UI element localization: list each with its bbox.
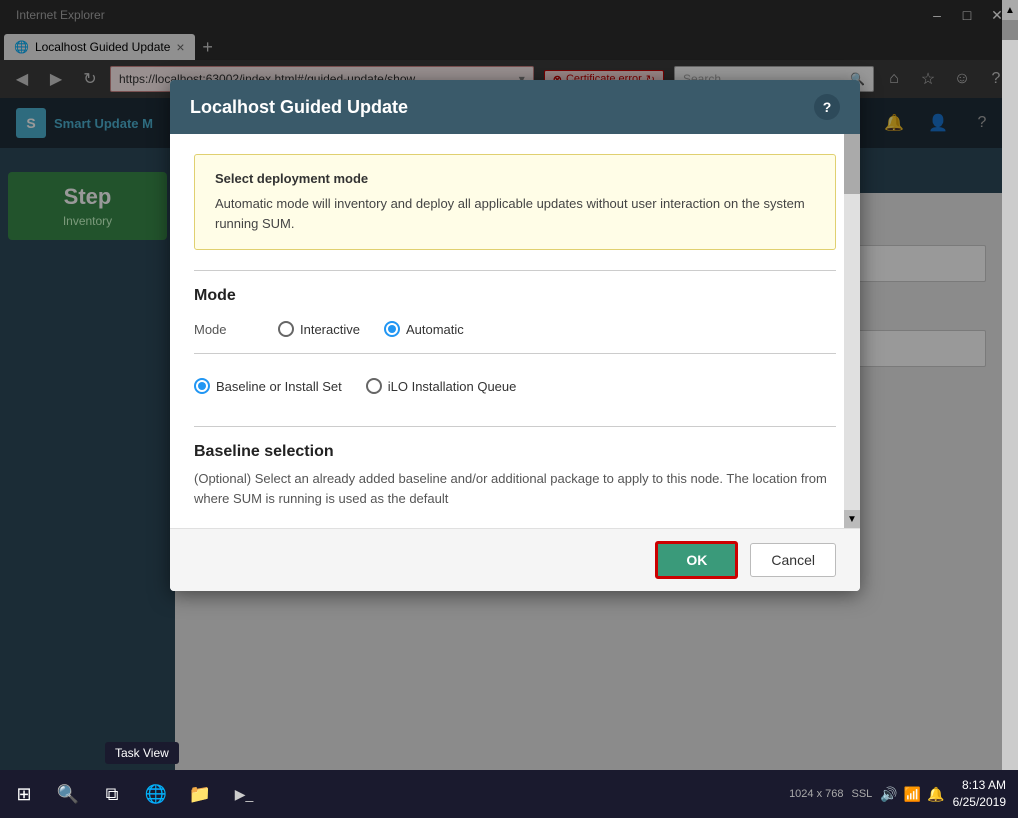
radio-baseline-label: Baseline or Install Set	[216, 379, 342, 394]
taskbar-clock[interactable]: 8:13 AM 6/25/2019	[953, 777, 1006, 811]
taskbar-size: 1024 x 768	[789, 788, 843, 800]
modal-help-button[interactable]: ?	[814, 94, 840, 120]
cancel-button[interactable]: Cancel	[750, 543, 836, 577]
modal-header: Localhost Guided Update ?	[170, 80, 860, 134]
install-type-row: Baseline or Install Set iLO Installation…	[194, 370, 836, 410]
baseline-section-title: Baseline selection	[194, 443, 836, 461]
taskbar-ssl: SSL	[852, 788, 873, 800]
divider-2	[194, 353, 836, 354]
ie-icon: 🌐	[145, 784, 167, 805]
search-taskbar-icon: 🔍	[57, 784, 79, 805]
explorer-taskbar-button[interactable]: 📁	[180, 774, 220, 814]
info-box-text: Automatic mode will inventory and deploy…	[215, 194, 815, 233]
radio-automatic-circle	[384, 321, 400, 337]
task-view-tooltip: Task View	[105, 742, 179, 764]
divider-3	[194, 426, 836, 427]
cmd-taskbar-button[interactable]: ▶_	[224, 774, 264, 814]
taskbar-systray: 🔊 📶 🔔	[880, 786, 944, 803]
modal-scroll-down-btn[interactable]: ▼	[844, 510, 860, 528]
cmd-icon: ▶_	[235, 786, 254, 803]
radio-ilo-dot	[370, 382, 378, 390]
scroll-up-page-icon: ▲	[1005, 5, 1015, 16]
modal-body: Select deployment mode Automatic mode wi…	[170, 134, 860, 528]
ok-button[interactable]: OK	[655, 541, 738, 579]
mode-label: Mode	[194, 322, 254, 337]
task-view-icon: ⧉	[106, 784, 119, 805]
taskbar: ⊞ 🔍 ⧉ 🌐 📁 ▶_ 1024 x 768 SSL 🔊 📶 🔔 8:13 A…	[0, 770, 1018, 818]
action-center-icon[interactable]: 🔔	[927, 786, 944, 803]
radio-automatic-dot	[388, 325, 396, 333]
taskbar-right: 1024 x 768 SSL 🔊 📶 🔔 8:13 AM 6/25/2019	[789, 777, 1018, 811]
mode-row: Mode Interactive Automatic	[194, 321, 836, 337]
search-taskbar-button[interactable]: 🔍	[48, 774, 88, 814]
taskbar-time: 8:13 AM	[953, 777, 1006, 794]
divider-1	[194, 270, 836, 271]
task-view-button[interactable]: ⧉	[92, 774, 132, 814]
radio-interactive-label: Interactive	[300, 322, 360, 337]
modal-scrollbar[interactable]: ▼	[844, 134, 860, 528]
scroll-up-page-btn[interactable]: ▲	[1002, 0, 1018, 20]
modal-footer: OK Cancel	[170, 528, 860, 591]
radio-baseline-circle	[194, 378, 210, 394]
modal-scroll-thumb	[844, 134, 860, 194]
baseline-section: Baseline selection (Optional) Select an …	[194, 443, 836, 508]
radio-ilo-label: iLO Installation Queue	[388, 379, 517, 394]
modal-title: Localhost Guided Update	[190, 97, 408, 118]
guided-update-modal: Localhost Guided Update ? Select deploym…	[170, 80, 860, 591]
baseline-desc: (Optional) Select an already added basel…	[194, 469, 836, 508]
volume-icon[interactable]: 🔊	[880, 786, 897, 803]
radio-ilo[interactable]: iLO Installation Queue	[366, 378, 517, 394]
windows-icon: ⊞	[16, 784, 31, 805]
mode-section-title: Mode	[194, 287, 836, 305]
page-scrollbar[interactable]: ▲ ▼	[1002, 0, 1018, 818]
ie-taskbar-button[interactable]: 🌐	[136, 774, 176, 814]
modal-overlay: ▲ ▼ Localhost Guided Update ? Select dep…	[0, 0, 1018, 818]
modal-scroll-down-icon: ▼	[847, 514, 857, 525]
taskbar-left: ⊞ 🔍 ⧉ 🌐 📁 ▶_	[0, 774, 264, 814]
info-box-title: Select deployment mode	[215, 171, 815, 186]
info-box: Select deployment mode Automatic mode wi…	[194, 154, 836, 250]
network-icon[interactable]: 📶	[904, 786, 921, 803]
radio-interactive-circle	[278, 321, 294, 337]
radio-interactive[interactable]: Interactive	[278, 321, 360, 337]
radio-automatic-label: Automatic	[406, 322, 464, 337]
folder-icon: 📁	[189, 784, 211, 805]
radio-ilo-circle	[366, 378, 382, 394]
mode-radio-group: Interactive Automatic	[278, 321, 464, 337]
radio-interactive-dot	[282, 325, 290, 333]
taskbar-date: 6/25/2019	[953, 794, 1006, 811]
radio-baseline-dot	[198, 382, 206, 390]
radio-automatic[interactable]: Automatic	[384, 321, 464, 337]
start-button[interactable]: ⊞	[4, 774, 44, 814]
radio-baseline[interactable]: Baseline or Install Set	[194, 378, 342, 394]
